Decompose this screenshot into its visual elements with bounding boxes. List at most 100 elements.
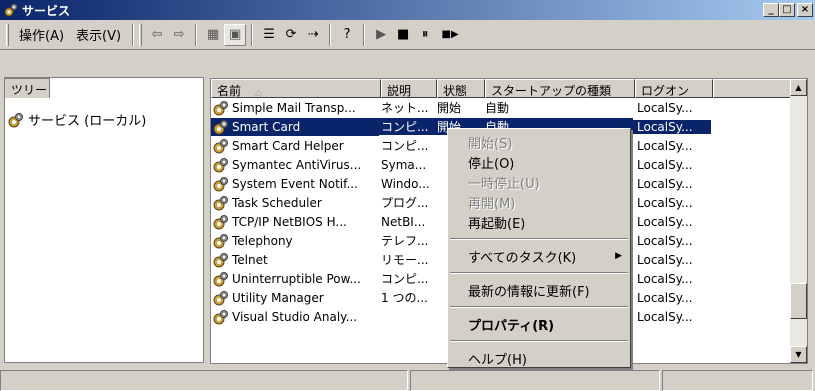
- menu-item-all-tasks[interactable]: すべてのタスク(K) ▶: [448, 246, 630, 266]
- service-status: 開始: [437, 101, 462, 115]
- tree-item-label: サービス (ローカル): [28, 114, 147, 129]
- service-description: テレフ...: [381, 234, 429, 248]
- column-header-empty: [713, 79, 793, 98]
- service-startup-type: 自動: [485, 101, 510, 115]
- help-icon[interactable]: ?: [336, 24, 358, 46]
- scroll-up-arrow-icon[interactable]: ▲: [790, 79, 807, 96]
- service-name-cell[interactable]: TCP/IP NetBIOS H...: [211, 213, 379, 231]
- service-name-cell[interactable]: Simple Mail Transp...: [211, 99, 379, 117]
- stop-service-icon[interactable]: ■: [392, 24, 414, 46]
- window-title: サービス: [22, 3, 71, 18]
- pause-service-icon[interactable]: ⏸: [414, 24, 436, 46]
- service-name: Uninterruptible Pow...: [232, 271, 361, 286]
- service-gear-icon: [213, 233, 229, 249]
- status-cell-main: [0, 370, 408, 391]
- service-name: Simple Mail Transp...: [232, 100, 356, 115]
- toolbar-separator: [251, 23, 254, 46]
- start-service-icon[interactable]: ▶: [370, 24, 392, 46]
- service-gear-icon: [213, 309, 229, 325]
- menu-item-refresh[interactable]: 最新の情報に更新(F): [448, 280, 630, 300]
- menu-item-pause: 一時停止(U): [468, 176, 540, 192]
- toolbar-grip[interactable]: [6, 23, 9, 46]
- status-cell-middle: [410, 370, 660, 391]
- up-level-icon[interactable]: ▦: [202, 24, 224, 46]
- menu-view[interactable]: 表示(V): [70, 25, 127, 44]
- vertical-scrollbar[interactable]: ▲ ▼: [790, 79, 807, 363]
- service-gear-icon: [213, 138, 229, 154]
- properties-icon[interactable]: ☰: [258, 24, 280, 46]
- forward-arrow-icon[interactable]: ⇨: [168, 24, 190, 46]
- service-description: ネット...: [381, 101, 429, 115]
- show-tree-icon[interactable]: ▣: [224, 23, 247, 46]
- service-logon: LocalSy...: [637, 233, 693, 248]
- restart-service-icon[interactable]: ■▶: [436, 24, 464, 46]
- service-logon: LocalSy...: [637, 138, 693, 153]
- service-name-cell[interactable]: Telephony: [211, 232, 379, 250]
- column-header-startup-type[interactable]: スタートアップの種類: [485, 79, 635, 98]
- context-menu: 開始(S) 停止(O) 一時停止(U) 再開(M) 再起動(E) すべてのタスク…: [447, 128, 631, 368]
- service-description: プログ...: [381, 196, 429, 210]
- column-header-name[interactable]: 名前 △: [211, 79, 381, 98]
- maximize-button[interactable]: □: [779, 3, 795, 17]
- menu-item-help[interactable]: ヘルプ(H): [448, 348, 630, 368]
- service-name-cell[interactable]: Visual Studio Analy...: [211, 308, 379, 326]
- service-name: Telnet: [232, 252, 268, 267]
- service-name-cell[interactable]: Utility Manager: [211, 289, 379, 307]
- menu-action[interactable]: 操作(A): [13, 25, 70, 44]
- column-header-logon[interactable]: ログオン: [635, 79, 713, 98]
- menu-item-restart[interactable]: 再起動(E): [448, 212, 630, 232]
- scrollbar-thumb[interactable]: [790, 283, 807, 319]
- refresh-icon[interactable]: ⟳: [280, 24, 302, 46]
- service-description: リモー...: [381, 253, 429, 267]
- service-gear-icon: [213, 271, 229, 287]
- menu-item-start: 開始(S): [468, 136, 513, 152]
- menu-item-stop[interactable]: 停止(O): [448, 152, 630, 172]
- service-logon: LocalSy...: [637, 290, 693, 305]
- service-logon: LocalSy...: [637, 100, 693, 115]
- tab-tree[interactable]: ツリー: [4, 78, 50, 98]
- column-header-status[interactable]: 状態: [437, 79, 485, 98]
- service-name: Task Scheduler: [232, 195, 322, 210]
- column-header-description[interactable]: 説明: [381, 79, 437, 98]
- service-logon: LocalSy...: [637, 309, 693, 324]
- service-name-cell[interactable]: Telnet: [211, 251, 379, 269]
- service-name: Utility Manager: [232, 290, 324, 305]
- toolbar-separator: [132, 23, 135, 46]
- status-bar: [0, 370, 815, 391]
- minimize-button[interactable]: _: [763, 3, 779, 17]
- service-logon: LocalSy...: [633, 119, 711, 134]
- service-description: コンピ...: [381, 272, 429, 286]
- service-logon: LocalSy...: [637, 271, 693, 286]
- toolbar-grip-2[interactable]: [139, 23, 143, 46]
- services-gear-icon: [3, 2, 19, 18]
- service-name: System Event Notif...: [232, 176, 358, 191]
- table-row[interactable]: Simple Mail Transp... ネット... 開始 自動 LocalSy..…: [211, 98, 791, 117]
- service-name: Visual Studio Analy...: [232, 309, 358, 324]
- back-arrow-icon[interactable]: ⇦: [146, 24, 168, 46]
- service-name-cell[interactable]: Smart Card: [211, 117, 379, 136]
- service-name-cell[interactable]: Uninterruptible Pow...: [211, 270, 379, 288]
- export-list-icon[interactable]: ⇢: [302, 24, 324, 46]
- service-logon: LocalSy...: [637, 195, 693, 210]
- close-button[interactable]: ×: [797, 3, 813, 17]
- service-name-cell[interactable]: System Event Notif...: [211, 175, 379, 193]
- service-gear-icon: [213, 119, 229, 135]
- service-gear-icon: [213, 157, 229, 173]
- menu-item-properties[interactable]: プロパティ(R): [448, 314, 630, 334]
- service-logon: LocalSy...: [637, 157, 693, 172]
- tree-item-services-local[interactable]: サービス (ローカル): [8, 110, 146, 129]
- service-description: コンピ...: [381, 139, 429, 153]
- service-description: コンピ...: [379, 118, 435, 135]
- toolbar-separator: [195, 23, 198, 46]
- service-logon: LocalSy...: [637, 214, 693, 229]
- menu-separator: [450, 272, 628, 274]
- sort-ascending-icon: △: [255, 88, 262, 98]
- service-name: Smart Card: [232, 119, 301, 134]
- service-name: Telephony: [232, 233, 293, 248]
- service-name-cell[interactable]: Task Scheduler: [211, 194, 379, 212]
- service-name-cell[interactable]: Symantec AntiVirus...: [211, 156, 379, 174]
- scroll-down-arrow-icon[interactable]: ▼: [790, 346, 807, 363]
- service-description: Windo...: [381, 176, 430, 191]
- service-name: TCP/IP NetBIOS H...: [232, 214, 347, 229]
- service-name-cell[interactable]: Smart Card Helper: [211, 137, 379, 155]
